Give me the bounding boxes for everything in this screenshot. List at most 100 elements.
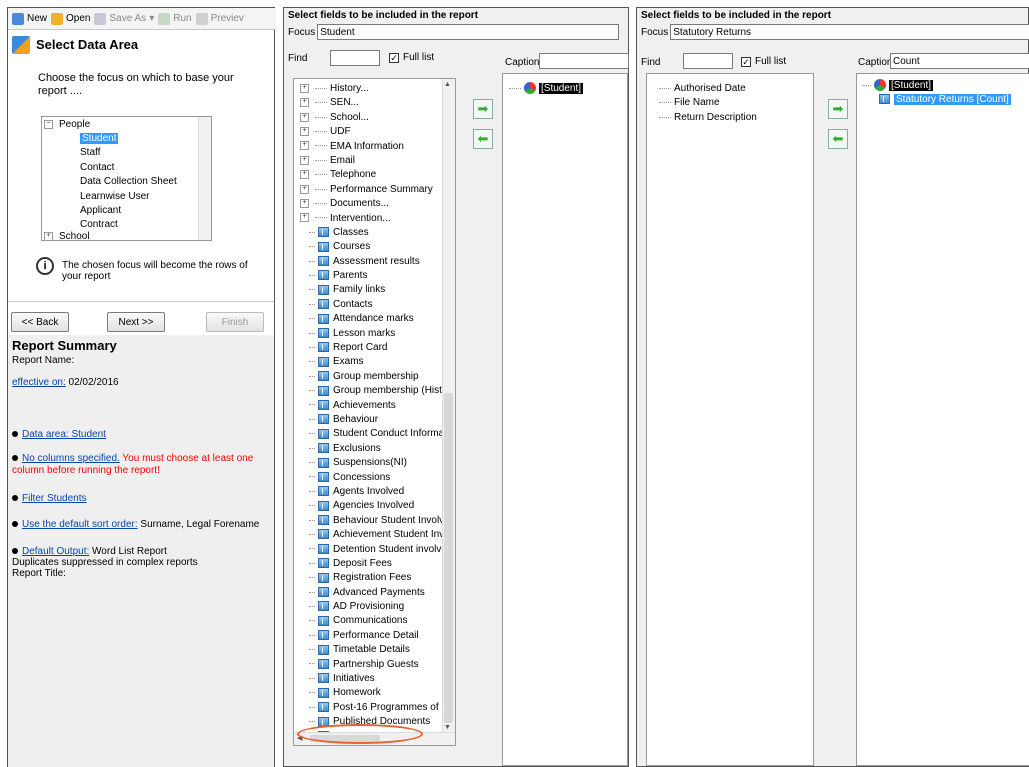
tree-item-email[interactable]: + Email <box>294 154 444 168</box>
tree-item-performance-summary[interactable]: + Performance Summary <box>294 183 444 197</box>
caption-input[interactable] <box>539 53 629 69</box>
tree-item-parents[interactable]: Parents <box>294 269 444 283</box>
tree-item-exclusions[interactable]: Exclusions <box>294 442 444 456</box>
expand-icon[interactable]: + <box>300 184 309 194</box>
expand-icon[interactable]: + <box>300 141 309 151</box>
tree-item-udf[interactable]: + UDF <box>294 125 444 139</box>
tree-item-behaviour[interactable]: Behaviour <box>294 413 444 427</box>
tree-item-timetable-details[interactable]: Timetable Details <box>294 643 444 657</box>
tree-item-return-description[interactable]: Return Description <box>659 111 757 125</box>
save-as-button[interactable]: Save As ▾ <box>94 12 154 25</box>
tree-item-communications[interactable]: Communications <box>294 614 444 628</box>
tree-item-suspensions-ni[interactable]: Suspensions(NI) <box>294 456 444 470</box>
collapse-icon[interactable]: − <box>44 119 53 129</box>
tree-item-learnwise-user[interactable]: Learnwise User <box>80 190 177 204</box>
tree-item-student[interactable]: Student <box>80 132 177 146</box>
tree-item-ema-information[interactable]: + EMA Information <box>294 140 444 154</box>
tree-item-registration-fees[interactable]: Registration Fees <box>294 571 444 585</box>
tree-item-agents-involved[interactable]: Agents Involved <box>294 485 444 499</box>
tree-item-telephone[interactable]: + Telephone <box>294 168 444 182</box>
vertical-scrollbar[interactable]: ▲ ▼ <box>442 79 455 733</box>
tree-item-performance-detail[interactable]: Performance Detail <box>294 629 444 643</box>
tree-item-sen[interactable]: + SEN... <box>294 96 444 110</box>
tree-item-initiatives[interactable]: Initiatives <box>294 672 444 686</box>
expand-icon[interactable]: + <box>300 112 309 122</box>
expand-icon[interactable]: + <box>300 198 309 208</box>
selected-fields-tree[interactable]: [Student] <box>502 73 628 766</box>
add-field-button[interactable]: ➡ <box>828 99 848 119</box>
available-fields-tree[interactable]: Authorised Date File Name Return Descrip… <box>646 73 814 766</box>
run-button[interactable]: Run <box>158 12 192 25</box>
find-input[interactable] <box>683 53 733 69</box>
scroll-up-icon[interactable]: ▲ <box>444 81 451 88</box>
tree-item-achievements[interactable]: Achievements <box>294 399 444 413</box>
available-fields-tree[interactable]: + History... + SEN... + School... + UDF + EMA Inf… <box>293 78 456 746</box>
selected-node-student[interactable]: [Student] <box>509 82 584 94</box>
tree-item-attendance-marks[interactable]: Attendance marks <box>294 312 444 326</box>
tree-item-staff[interactable]: Staff <box>80 146 177 160</box>
tree-item-contact[interactable]: Contact <box>80 161 177 175</box>
effective-on-link[interactable]: effective on: <box>12 377 66 388</box>
tree-item-school[interactable]: + School... <box>294 111 444 125</box>
find-input[interactable] <box>330 50 380 66</box>
tree-item-history[interactable]: + History... <box>294 82 444 96</box>
tree-item-intervention[interactable]: + Intervention... <box>294 212 444 226</box>
new-button[interactable]: New <box>12 12 47 25</box>
tree-item-group-membership-historic[interactable]: Group membership (Historic <box>294 384 455 398</box>
finish-button[interactable]: Finish <box>206 312 264 332</box>
expand-icon[interactable]: + <box>300 170 309 180</box>
default-output-link[interactable]: Default Output: <box>22 546 89 557</box>
tree-item-contacts[interactable]: Contacts <box>294 298 444 312</box>
data-area-link[interactable]: Data area: Student <box>22 429 106 440</box>
tree-item-partnership-guests[interactable]: Partnership Guests <box>294 658 444 672</box>
tree-node-people[interactable]: − People <box>44 119 90 130</box>
tree-item-file-name[interactable]: File Name <box>659 96 757 110</box>
tree-item-contract[interactable]: Contract <box>80 218 177 232</box>
tree-item-authorised-date[interactable]: Authorised Date <box>659 82 757 96</box>
tree-item-ad-provisioning[interactable]: AD Provisioning <box>294 600 444 614</box>
tree-item-courses[interactable]: Courses <box>294 240 444 254</box>
no-columns-link[interactable]: No columns specified. <box>22 453 120 464</box>
tree-item-deposit-fees[interactable]: Deposit Fees <box>294 557 444 571</box>
selected-fields-tree[interactable]: [Student] Statutory Returns [Count] <box>856 73 1029 766</box>
tree-scrollbar[interactable] <box>198 117 211 240</box>
remove-field-button[interactable]: ⬅ <box>473 129 493 149</box>
preview-button[interactable]: Previev <box>195 12 244 25</box>
tree-item-agencies-involved[interactable]: Agencies Involved <box>294 499 444 513</box>
caption-input[interactable] <box>890 53 1029 69</box>
tree-item-achievement-student-invo[interactable]: Achievement Student Invo <box>294 528 450 542</box>
tree-item-lesson-marks[interactable]: Lesson marks <box>294 327 444 341</box>
full-list-checkbox[interactable]: ✓ Full list <box>389 52 434 63</box>
tree-item-applicant[interactable]: Applicant <box>80 204 177 218</box>
tree-item-detention-student-involvec[interactable]: Detention Student involvec <box>294 543 452 557</box>
tree-item-classes[interactable]: Classes <box>294 226 444 240</box>
sort-order-link[interactable]: Use the default sort order: <box>22 519 138 530</box>
selected-node-statutory-returns-count[interactable]: Statutory Returns [Count] <box>879 94 1011 105</box>
back-button[interactable]: << Back <box>11 312 69 332</box>
tree-node-school[interactable]: + School <box>44 231 90 240</box>
expand-icon[interactable]: + <box>300 213 309 223</box>
tree-item-documents[interactable]: + Documents... <box>294 197 444 211</box>
open-button[interactable]: Open <box>51 12 90 25</box>
tree-item-report-card[interactable]: Report Card <box>294 341 444 355</box>
tree-item-post-16-programmes-of-stu[interactable]: Post-16 Programmes of Stu <box>294 701 455 715</box>
tree-item-group-membership[interactable]: Group membership <box>294 370 444 384</box>
remove-field-button[interactable]: ⬅ <box>828 129 848 149</box>
tree-item-data-collection-sheet[interactable]: Data Collection Sheet <box>80 175 177 189</box>
add-field-button[interactable]: ➡ <box>473 99 493 119</box>
tree-item-concessions[interactable]: Concessions <box>294 471 444 485</box>
focus-tree[interactable]: − People Student Staff Contact Data Colle… <box>41 116 212 241</box>
scroll-thumb[interactable] <box>444 393 453 723</box>
tree-item-homework[interactable]: Homework <box>294 686 444 700</box>
tree-item-behaviour-student-involve[interactable]: Behaviour Student Involve <box>294 514 450 528</box>
expand-icon[interactable]: + <box>300 127 309 137</box>
tree-item-assessment-results[interactable]: Assessment results <box>294 255 444 269</box>
expand-icon[interactable]: + <box>300 155 309 165</box>
selected-node-student[interactable]: [Student] <box>863 79 934 91</box>
expand-icon[interactable]: + <box>300 83 309 93</box>
tree-item-advanced-payments[interactable]: Advanced Payments <box>294 586 444 600</box>
filter-students-link[interactable]: Filter Students <box>22 493 86 504</box>
tree-item-family-links[interactable]: Family links <box>294 283 444 297</box>
full-list-checkbox[interactable]: ✓ Full list <box>741 56 786 67</box>
tree-item-exams[interactable]: Exams <box>294 355 444 369</box>
